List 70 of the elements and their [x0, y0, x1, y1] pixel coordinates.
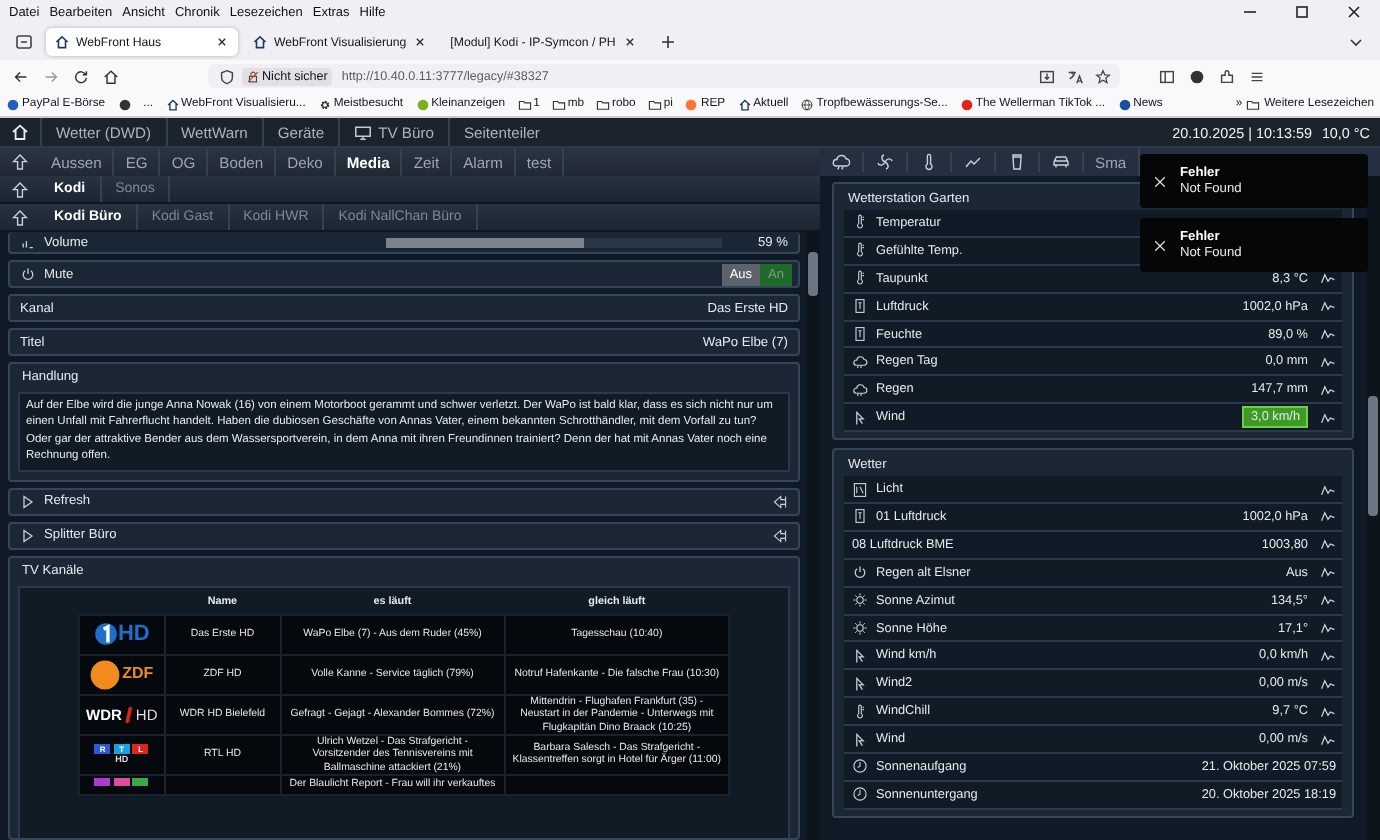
close-icon[interactable] [412, 34, 429, 50]
site-icon [415, 97, 430, 111]
cloud-icon [852, 353, 868, 370]
thermometer-icon [852, 270, 868, 287]
scrollbar-thumb[interactable] [808, 252, 818, 296]
house-icon [165, 97, 180, 111]
circle-logo-icon [90, 659, 121, 690]
translate-icon[interactable] [1065, 67, 1083, 85]
folder-icon [517, 97, 532, 111]
flag-icon [852, 409, 868, 426]
logo-text: ZDF [122, 664, 154, 685]
thermometer-icon [852, 214, 868, 231]
account-icon[interactable] [1187, 67, 1205, 85]
close-icon[interactable] [214, 34, 230, 50]
barometer-icon [852, 298, 868, 315]
cloud-icon [852, 381, 868, 398]
barometer-icon [852, 508, 868, 525]
home-icon[interactable] [101, 67, 119, 85]
slash-logo-icon [123, 705, 134, 724]
plus-icon[interactable] [657, 32, 678, 52]
window-icon [852, 481, 868, 498]
power-icon [852, 564, 868, 581]
monitor-icon [354, 123, 373, 141]
download-icon[interactable] [1037, 67, 1055, 85]
site-icon [117, 97, 132, 111]
close-icon[interactable] [1344, 2, 1364, 22]
sun-icon [852, 620, 868, 637]
star-icon[interactable] [1093, 67, 1111, 85]
folder-icon [596, 97, 611, 111]
pointer-icon [772, 493, 788, 510]
flag-icon [852, 675, 868, 692]
close-icon[interactable] [1152, 173, 1168, 189]
gear-icon [317, 97, 332, 111]
flag-icon [852, 647, 868, 664]
site-icon [6, 97, 20, 111]
folder-icon [551, 97, 566, 111]
thermometer-icon [852, 703, 868, 720]
tab-list-icon[interactable] [14, 32, 34, 52]
graph-icon[interactable] [1320, 353, 1336, 370]
house-icon [737, 97, 752, 111]
volume-slider[interactable] [385, 237, 722, 247]
close-icon[interactable] [1152, 237, 1168, 253]
graph-icon[interactable] [1320, 647, 1336, 664]
pointer-icon [772, 527, 788, 544]
thermometer-icon [852, 242, 868, 259]
close-icon[interactable] [621, 34, 638, 50]
sidebar-icon[interactable] [1157, 67, 1175, 85]
site-icon [959, 97, 974, 111]
power-icon [20, 266, 36, 282]
menu-icon[interactable] [1247, 67, 1265, 85]
logo-text: HD [117, 622, 150, 647]
maximize-icon[interactable] [1292, 2, 1312, 22]
clock-icon [852, 786, 868, 803]
clock-icon [852, 758, 868, 775]
lock-icon [246, 69, 260, 83]
folder-icon [647, 97, 662, 111]
flag-icon [852, 731, 868, 748]
shield-icon[interactable] [217, 67, 235, 85]
folder-icon [1246, 97, 1261, 111]
site-icon [1117, 97, 1132, 111]
scrollbar-thumb[interactable] [1368, 396, 1378, 516]
reload-icon[interactable] [71, 67, 89, 85]
extensions-icon[interactable] [1217, 67, 1235, 85]
site-icon [684, 97, 699, 111]
graph-icon[interactable] [1320, 508, 1336, 525]
circle-logo-icon [93, 622, 118, 647]
barometer-icon [852, 326, 868, 342]
back-icon[interactable] [11, 67, 29, 85]
globe-icon [800, 97, 815, 111]
sun-icon [852, 592, 868, 609]
